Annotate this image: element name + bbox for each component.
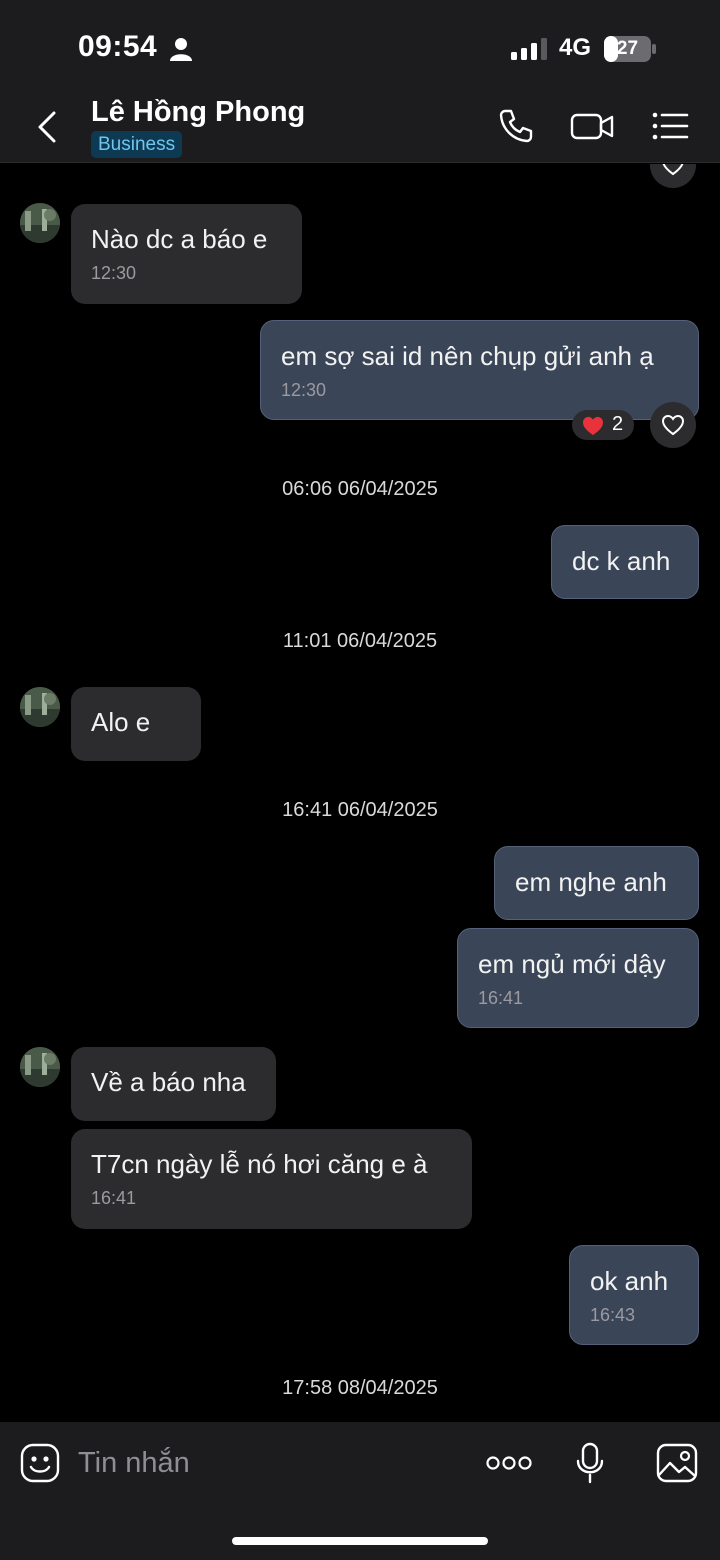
microphone-icon[interactable]: [575, 1442, 605, 1484]
contact-name[interactable]: Lê Hồng Phong: [91, 96, 305, 129]
home-indicator[interactable]: [232, 1537, 488, 1545]
message-text: Nào dc a báo e: [91, 224, 268, 254]
message-text: T7cn ngày lễ nó hơi căng e à: [91, 1149, 428, 1179]
status-bar: 09:54 4G 27: [0, 0, 720, 90]
like-button[interactable]: [650, 164, 696, 188]
message-time: 16:41: [478, 988, 524, 1008]
reaction-count: 2: [612, 413, 624, 435]
message-composer: [0, 1422, 720, 1560]
status-time: 09:54: [78, 30, 158, 63]
battery-level: 27: [616, 38, 639, 59]
message-input[interactable]: [78, 1442, 458, 1484]
message-bubble[interactable]: Về a báo nha: [71, 1047, 276, 1121]
message-bubble[interactable]: em sợ sai id nên chụp gửi anh ạ 12:30: [260, 320, 699, 420]
date-divider: 16:41 06/04/2025: [282, 799, 438, 821]
reaction-summary[interactable]: 2: [572, 410, 634, 440]
message-bubble[interactable]: em ngủ mới dậy 16:41: [457, 928, 699, 1028]
signal-icon: [511, 38, 547, 60]
message-text: Về a báo nha: [91, 1067, 246, 1097]
avatar[interactable]: [20, 203, 60, 243]
chat-header: Lê Hồng Phong Business: [0, 90, 720, 163]
person-icon: [170, 38, 192, 61]
like-button[interactable]: [650, 402, 696, 448]
message-text: em ngủ mới dậy: [478, 949, 666, 979]
message-list[interactable]: Nào dc a báo e 12:30 em sợ sai id nên ch…: [0, 164, 720, 1422]
message-time: 16:43: [590, 1305, 636, 1325]
message-bubble[interactable]: Nào dc a báo e 12:30: [71, 204, 302, 304]
heart-outline-icon: [662, 164, 684, 176]
battery-icon: 27: [604, 36, 656, 62]
message-bubble[interactable]: Alo e: [71, 687, 201, 761]
avatar[interactable]: [20, 687, 60, 727]
more-dots-icon[interactable]: [486, 1455, 532, 1471]
date-divider: 11:01 06/04/2025: [282, 630, 438, 652]
message-text: em sợ sai id nên chụp gửi anh ạ: [281, 341, 654, 371]
image-icon[interactable]: [656, 1443, 698, 1483]
date-divider: 17:58 08/04/2025: [282, 1377, 438, 1399]
message-text: ok anh: [590, 1266, 669, 1296]
message-text: em nghe anh: [515, 867, 667, 897]
business-badge: Business: [91, 131, 183, 158]
message-time: 12:30: [281, 380, 327, 400]
video-camera-icon[interactable]: [570, 106, 614, 146]
list-icon[interactable]: [650, 106, 690, 146]
message-bubble[interactable]: em nghe anh: [494, 846, 699, 920]
message-bubble[interactable]: T7cn ngày lễ nó hơi căng e à 16:41: [71, 1129, 472, 1229]
network-type: 4G: [559, 34, 592, 61]
chevron-left-icon[interactable]: [34, 110, 60, 144]
avatar[interactable]: [20, 1047, 60, 1087]
message-bubble[interactable]: ok anh 16:43: [569, 1245, 699, 1345]
message-time: 12:30: [91, 263, 137, 283]
sticker-icon[interactable]: [20, 1443, 60, 1483]
heart-icon: [583, 416, 603, 436]
message-time: 16:41: [91, 1188, 137, 1208]
heart-outline-icon: [661, 414, 685, 436]
message-text: Alo e: [91, 707, 151, 737]
message-text: dc k anh: [572, 546, 671, 576]
date-divider: 06:06 06/04/2025: [282, 478, 438, 500]
message-bubble[interactable]: dc k anh: [551, 525, 699, 599]
phone-icon[interactable]: [496, 106, 536, 146]
